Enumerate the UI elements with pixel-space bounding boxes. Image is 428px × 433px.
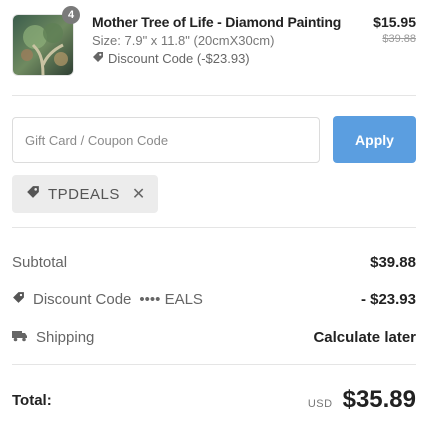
product-discount-text: Discount Code (-$23.93) <box>108 51 250 66</box>
product-discount: Discount Code (-$23.93) <box>92 51 250 66</box>
shipping-label-group: Shipping <box>12 329 94 346</box>
tag-icon <box>92 51 104 66</box>
subtotal-value: $39.88 <box>370 253 416 271</box>
tag-icon <box>12 291 25 308</box>
currency-code: USD <box>307 398 333 410</box>
total-label: Total: <box>12 391 52 409</box>
quantity-badge: 4 <box>62 6 80 24</box>
discount-row: Discount Code •••• EALS - $23.93 <box>12 287 416 311</box>
discount-label-group: Discount Code •••• EALS <box>12 291 203 308</box>
applied-discount-code: TPDEALS <box>48 185 120 203</box>
divider <box>12 95 416 96</box>
product-original-price: $39.88 <box>382 33 416 45</box>
shipping-row: Shipping Calculate later <box>12 325 416 349</box>
subtotal-label: Subtotal <box>12 253 68 271</box>
product-image <box>13 15 73 75</box>
applied-discount-tag: TPDEALS ✕ <box>12 175 158 213</box>
tag-icon <box>26 185 40 203</box>
subtotal-row: Subtotal $39.88 <box>12 250 416 274</box>
product-size: Size: 7.9" x 11.8" (20cmX30cm) <box>92 33 275 48</box>
total-value: $35.89 <box>342 386 416 413</box>
divider <box>12 227 416 228</box>
product-title[interactable]: Mother Tree of Life - Diamond Painting <box>92 14 341 30</box>
shipping-value: Calculate later <box>313 328 416 346</box>
discount-label: Discount Code <box>33 290 132 308</box>
coupon-code-input[interactable] <box>12 117 320 163</box>
cart-line-item: 4 Mother Tree of Life - Diamond Painting… <box>12 6 416 80</box>
product-thumbnail-wrap[interactable]: 4 <box>12 6 80 76</box>
product-price: $15.95 <box>373 14 416 30</box>
product-thumbnail[interactable] <box>12 14 74 76</box>
shipping-label: Shipping <box>36 328 95 346</box>
apply-coupon-button[interactable]: Apply <box>333 116 416 163</box>
discount-value: - $23.93 <box>360 290 416 308</box>
divider <box>12 364 416 365</box>
discount-masked-code: •••• EALS <box>139 290 203 308</box>
total-amount-group: USD $35.89 <box>308 386 416 414</box>
remove-discount-icon[interactable]: ✕ <box>132 184 146 204</box>
truck-icon <box>12 329 28 346</box>
total-row: Total: USD $35.89 <box>12 386 416 414</box>
